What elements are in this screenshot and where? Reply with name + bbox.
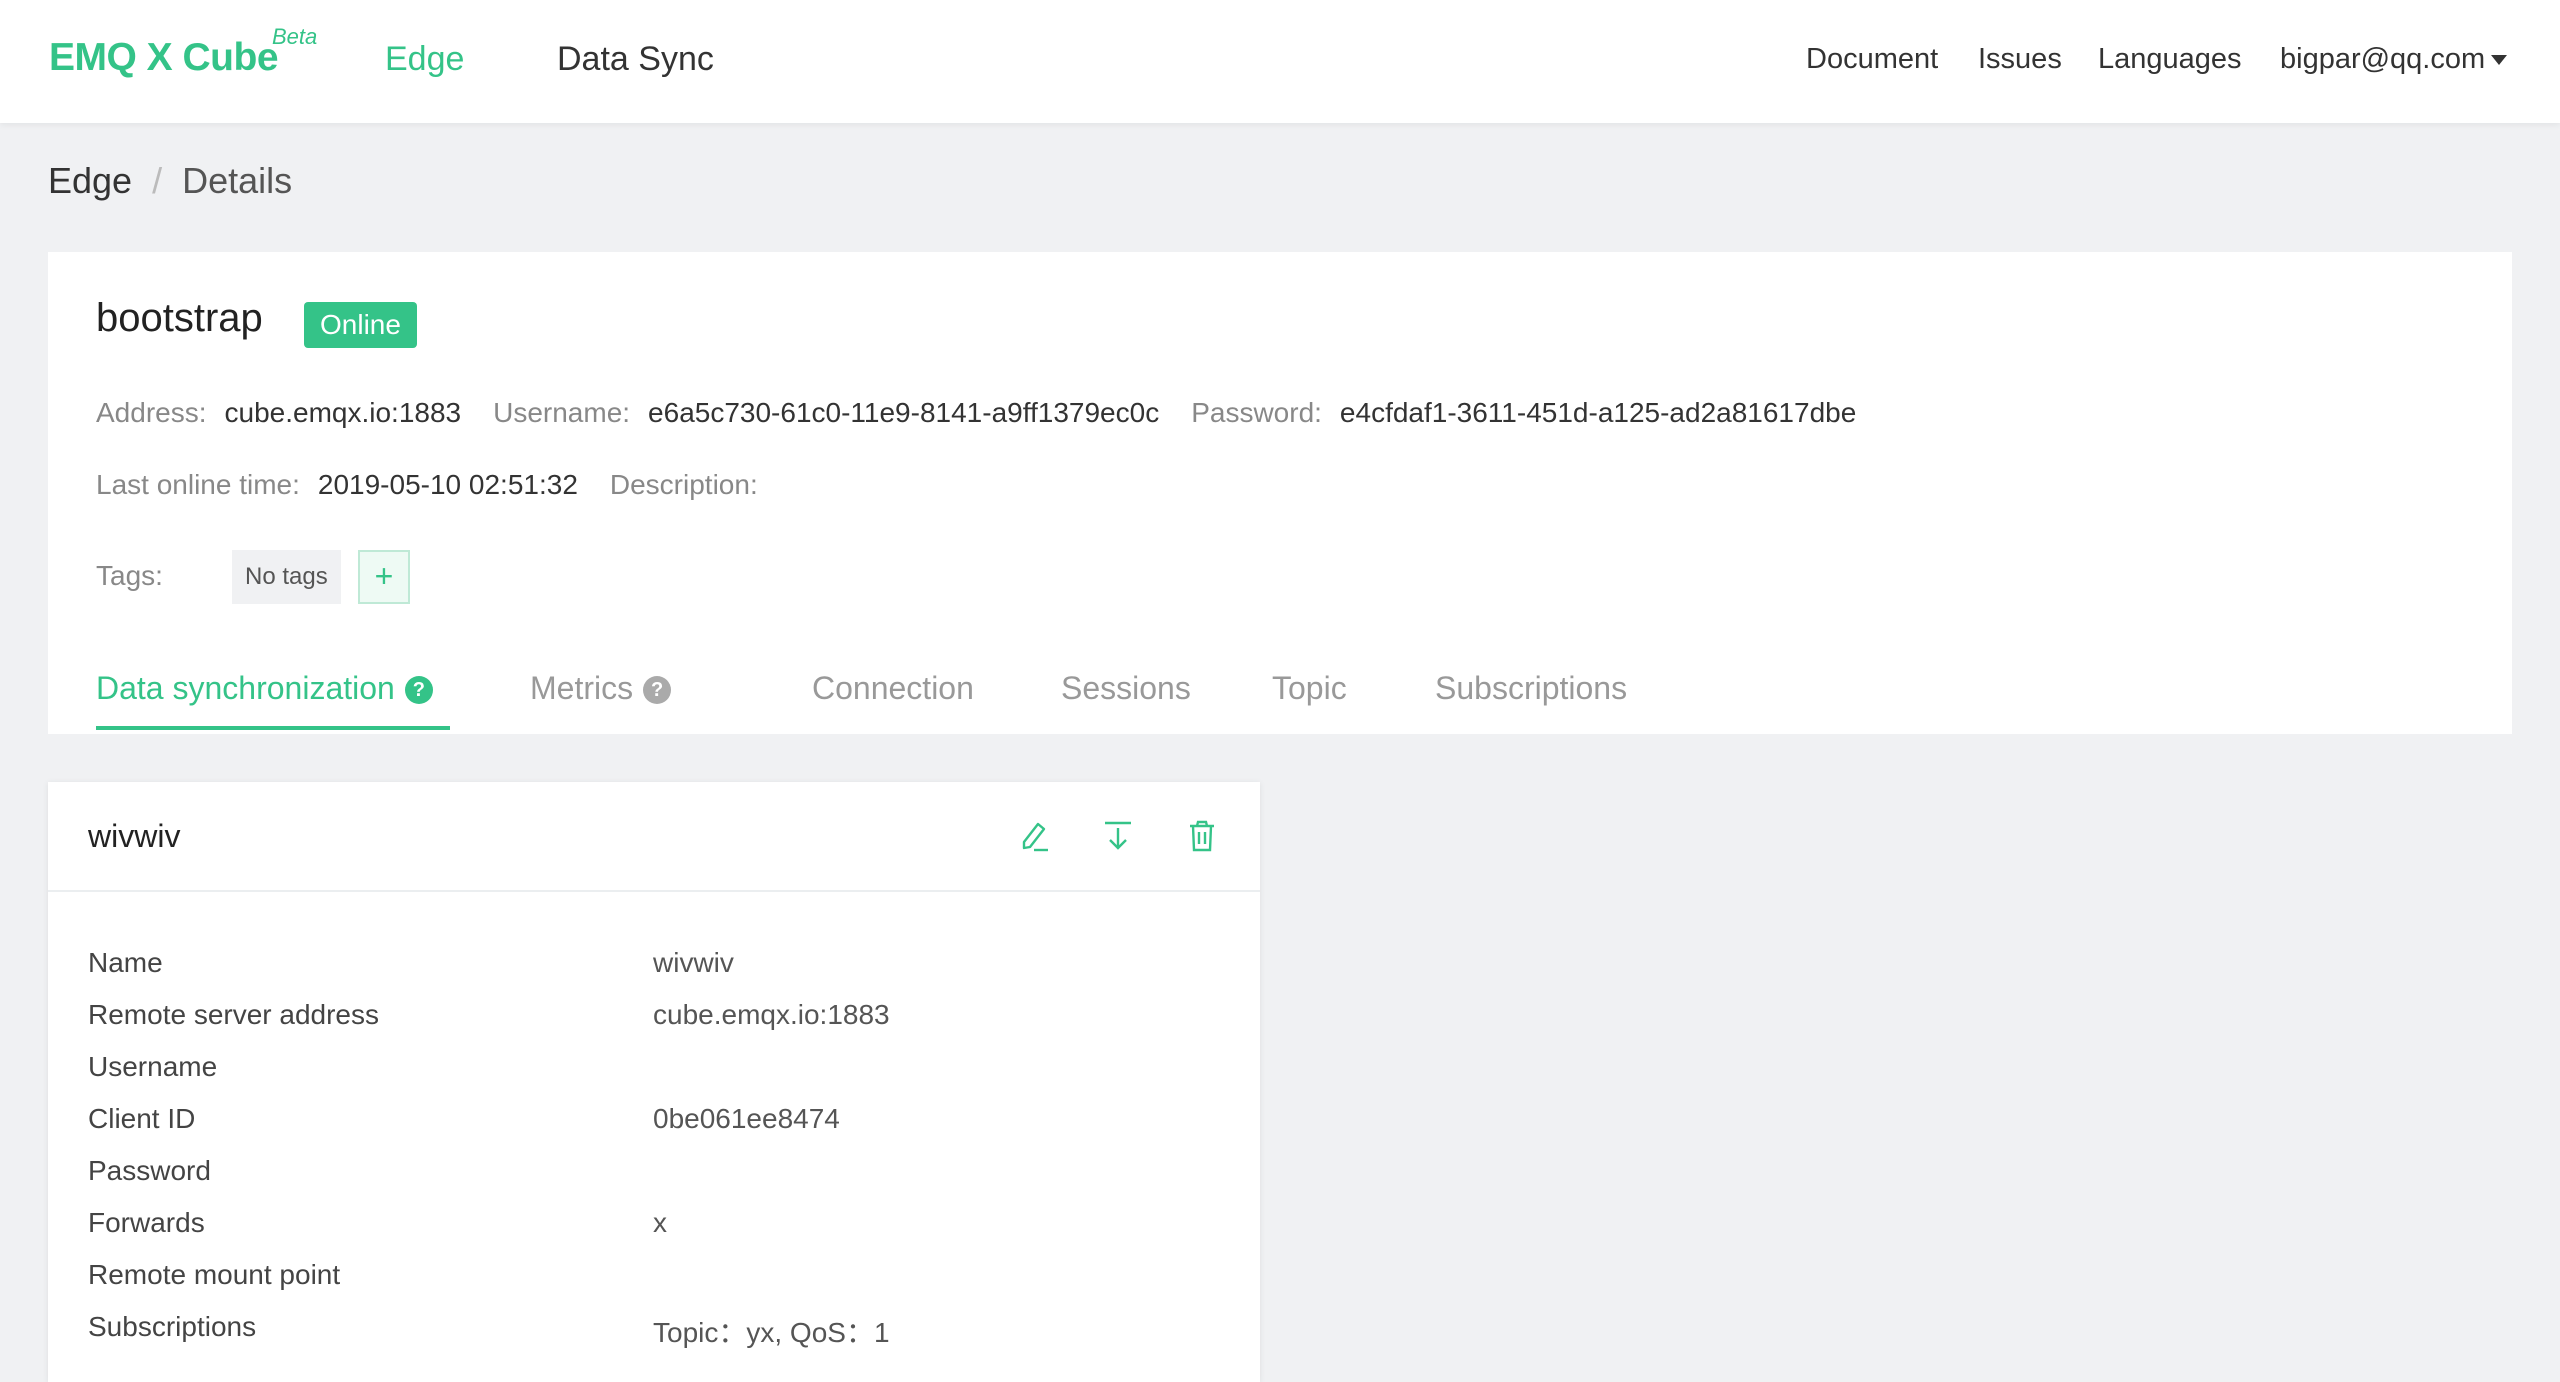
tab-label: Metrics [530,670,634,706]
user-email: bigpar@qq.com [2280,43,2486,75]
name-value: wivwiv [653,947,734,978]
sync-card: wivwiv Name wivwiv Remote server address… [48,782,1260,1382]
nav-data-sync[interactable]: Data Sync [557,40,714,79]
device-name: bootstrap [96,296,263,340]
forwards-label: Forwards [88,1207,205,1238]
tab-topic[interactable]: Topic [1272,670,1347,707]
remote-server-address-label: Remote server address [88,999,380,1030]
breadcrumb: Edge / Details [48,160,292,202]
device-info-row-2: Last online time: 2019-05-10 02:51:32 Desc… [96,469,808,501]
subscriptions-value: Topic：yx, QoS：1 [653,1317,890,1348]
help-icon[interactable]: ? [404,676,433,704]
app-logo[interactable]: EMQ X Cube [49,36,279,80]
client-id-label: Client ID [88,1103,196,1134]
password-label: Password: [1191,397,1322,428]
remote-mount-point-label: Remote mount point [88,1259,341,1290]
description-label: Description: [609,469,758,500]
trash-icon[interactable] [1182,816,1222,856]
username-value: e6a5c730-61c0-11e9-8141-a9ff1379ec0c [648,397,1160,428]
device-info-row-1: Address: cube.emqx.io:1883 Username: e6a5c7… [96,397,1888,429]
edit-icon[interactable] [1014,816,1054,856]
status-badge: Online [304,302,417,348]
address-value: cube.emqx.io:1883 [224,397,462,428]
top-navbar: EMQ X Cube Beta Edge Data Sync Document … [0,0,2560,123]
add-tag-button[interactable]: + [358,550,410,604]
remote-server-address-value: cube.emqx.io:1883 [653,999,890,1030]
download-icon[interactable] [1098,816,1138,856]
languages-menu[interactable]: Languages [2098,43,2242,76]
address-label: Address: [96,397,207,428]
breadcrumb-separator: / [152,160,163,201]
password-value: e4cfdaf1-3611-451d-a125-ad2a81617dbe [1339,397,1857,428]
active-tab-indicator [96,726,450,730]
tab-connection[interactable]: Connection [812,670,974,707]
tab-metrics[interactable]: Metrics? [530,670,672,707]
password-label: Password [88,1155,211,1186]
device-detail-panel: bootstrap Online Address: cube.emqx.io:18… [48,252,2512,734]
nav-edge[interactable]: Edge [385,40,464,79]
caret-down-icon [2491,55,2508,66]
last-online-label: Last online time: [96,469,300,500]
help-icon[interactable]: ? [643,676,672,704]
username-label: Username [88,1051,218,1082]
forwards-value: x [653,1207,667,1238]
name-label: Name [88,947,163,978]
tab-sessions[interactable]: Sessions [1061,670,1191,707]
tab-data-synchronization[interactable]: Data synchronization? [96,670,433,707]
last-online-value: 2019-05-10 02:51:32 [317,469,578,500]
breadcrumb-edge[interactable]: Edge [48,160,132,201]
subscriptions-label: Subscriptions [88,1311,257,1342]
document-link[interactable]: Document [1806,43,1938,76]
beta-badge: Beta [272,24,318,49]
tab-subscriptions[interactable]: Subscriptions [1435,670,1627,707]
issues-link[interactable]: Issues [1978,43,2062,76]
tab-label: Data synchronization [96,670,395,706]
sync-card-title: wivwiv [88,818,181,854]
no-tags-placeholder: No tags [232,550,341,604]
tags-label: Tags: [96,560,163,591]
sync-card-header: wivwiv [48,782,1260,892]
breadcrumb-details: Details [182,160,293,201]
user-menu[interactable]: bigpar@qq.com [2280,43,2508,76]
username-label: Username: [493,397,631,428]
client-id-value: 0be061ee8474 [653,1103,840,1134]
